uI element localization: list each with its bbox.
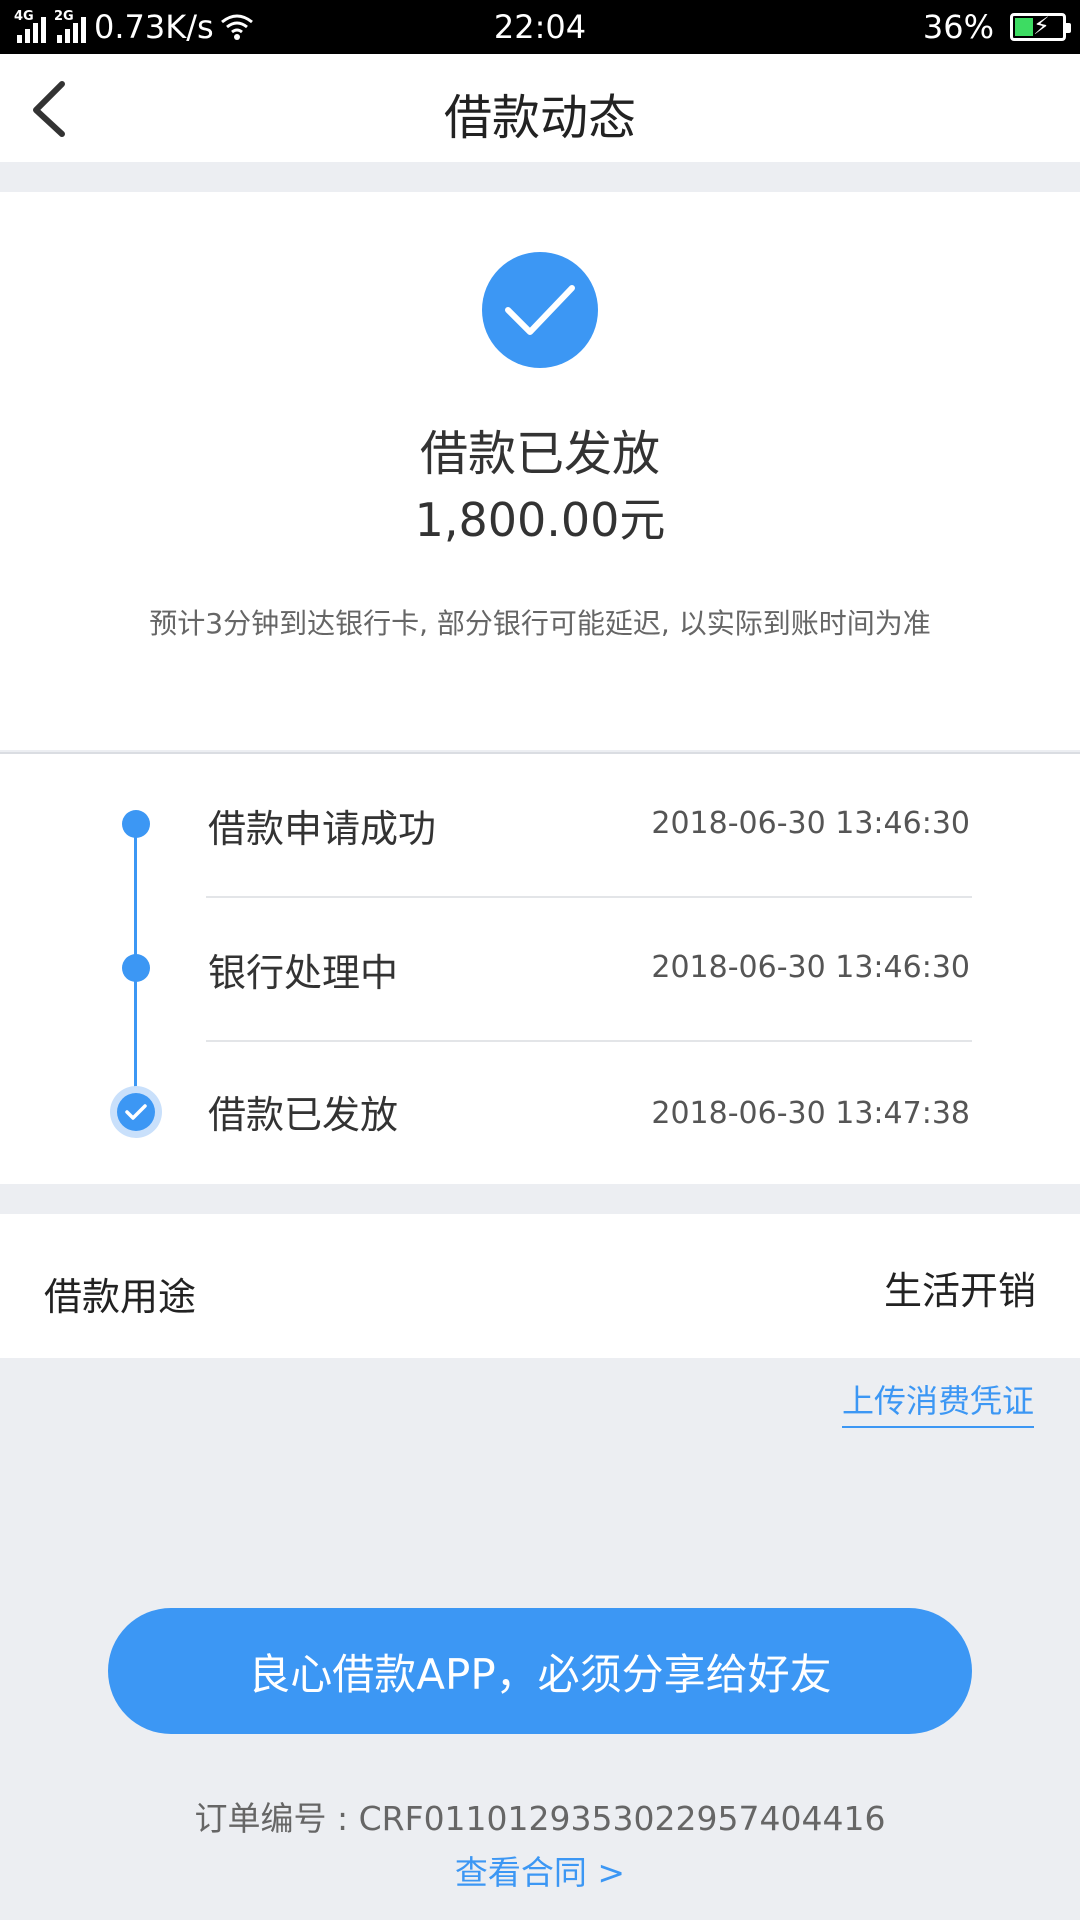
view-contract-link[interactable]: 查看合同 >	[0, 1846, 1080, 1894]
timeline-dot	[122, 810, 150, 838]
timeline-step-label: 借款已发放	[208, 1093, 399, 1137]
battery-charging-icon: ⚡	[1010, 12, 1071, 41]
order-number: 订单编号 : CRF0110129353022957404416	[194, 1799, 886, 1838]
status-bar: 4G 2G 0.73K/s 22:04 36% ⚡	[0, 0, 1080, 54]
battery-percent: 36%	[922, 8, 994, 46]
loan-timeline: 借款申请成功 2018-06-30 13:46:30 银行处理中 2018-06…	[0, 752, 1080, 1184]
timeline-step-time: 2018-06-30 13:46:30	[651, 806, 970, 841]
timeline-check-icon	[110, 1086, 162, 1138]
loan-purpose-value: 生活开销	[883, 1269, 1036, 1313]
loan-purpose-row: 借款用途 生活开销	[0, 1214, 1080, 1358]
timeline-step-label: 银行处理中	[208, 951, 399, 995]
timeline-step-label: 借款申请成功	[208, 807, 437, 851]
arrival-notice: 预计3分钟到达银行卡, 部分银行可能延迟, 以实际到账时间为准	[149, 607, 931, 640]
nav-bar: 借款动态	[0, 54, 1080, 162]
clock: 22:04	[493, 8, 587, 46]
loan-status-title: 借款已发放	[419, 426, 660, 482]
loan-amount: 1,800.00元	[414, 493, 666, 547]
upload-receipt-link[interactable]: 上传消费凭证	[841, 1376, 1034, 1428]
timeline-step: 借款已发放 2018-06-30 13:47:38	[0, 1042, 1080, 1186]
loan-purpose-label: 借款用途	[44, 1275, 197, 1319]
timeline-step-time: 2018-06-30 13:47:38	[651, 1096, 970, 1131]
share-app-button[interactable]: 良心借款APP，必须分享给好友	[108, 1608, 972, 1734]
loan-result-card: 借款已发放 1,800.00元 预计3分钟到达银行卡, 部分银行可能延迟, 以实…	[0, 192, 1080, 750]
status-bar-right: 36% ⚡	[922, 8, 1071, 46]
timeline-step: 借款申请成功 2018-06-30 13:46:30	[0, 754, 1080, 898]
timeline-step: 银行处理中 2018-06-30 13:46:30	[0, 898, 1080, 1042]
page-title: 借款动态	[443, 90, 636, 146]
timeline-dot	[122, 954, 150, 982]
timeline-step-time: 2018-06-30 13:46:30	[651, 950, 970, 985]
check-circle-icon	[482, 252, 598, 368]
